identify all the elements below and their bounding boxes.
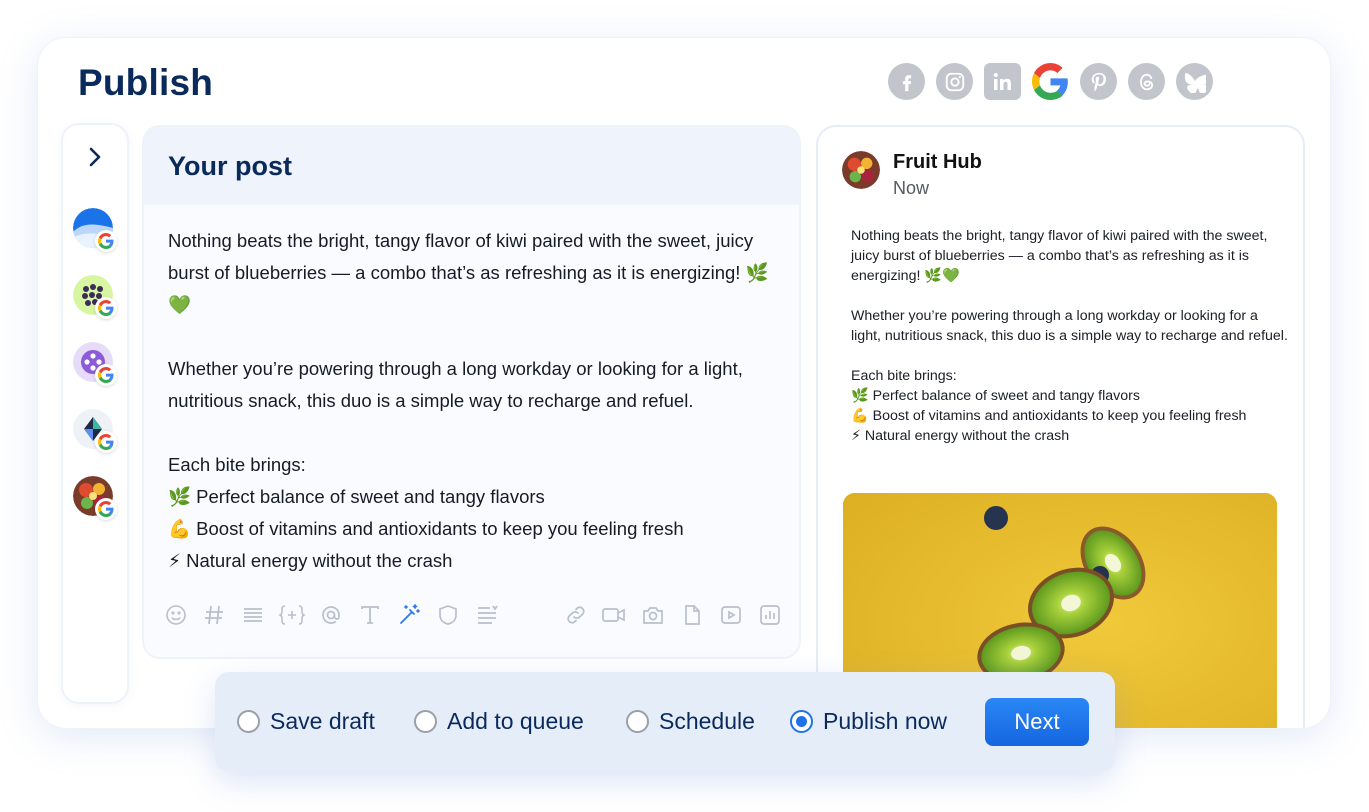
option-label: Add to queue xyxy=(447,708,584,734)
google-icon xyxy=(95,498,117,520)
text-format-icon[interactable] xyxy=(239,601,267,629)
account-item[interactable] xyxy=(73,208,117,252)
publish-card: Publish Your post Nothing beats the brig… xyxy=(38,38,1330,728)
editor-header: Your post xyxy=(144,127,799,205)
post-editor: Your post Nothing beats the bright, tang… xyxy=(144,127,799,657)
network-selector xyxy=(888,63,1213,100)
linkedin-icon[interactable] xyxy=(984,63,1021,100)
bluesky-icon[interactable] xyxy=(1176,63,1213,100)
editor-title: Your post xyxy=(168,151,292,181)
editor-toolbar xyxy=(162,601,782,631)
publish-action-bar: Save draft Add to queue Schedule Publish… xyxy=(215,672,1115,772)
text-align-icon[interactable] xyxy=(473,601,501,629)
shield-icon[interactable] xyxy=(434,601,462,629)
facebook-icon[interactable] xyxy=(888,63,925,100)
google-icon xyxy=(95,297,117,319)
camera-icon[interactable] xyxy=(639,601,667,629)
variables-icon[interactable] xyxy=(278,601,306,629)
emoji-icon[interactable] xyxy=(162,601,190,629)
mention-icon[interactable] xyxy=(317,601,345,629)
page-title: Publish xyxy=(78,62,214,103)
option-label: Schedule xyxy=(659,708,755,734)
radio-button-selected[interactable] xyxy=(790,710,813,733)
video-icon[interactable] xyxy=(600,601,628,629)
link-icon[interactable] xyxy=(562,601,590,629)
account-item[interactable] xyxy=(73,476,117,520)
google-icon[interactable] xyxy=(1032,63,1069,100)
fruit-avatar-icon xyxy=(842,151,880,189)
radio-button[interactable] xyxy=(626,710,649,733)
radio-button[interactable] xyxy=(237,710,260,733)
publish-now-option[interactable]: Publish now xyxy=(790,708,947,735)
google-icon xyxy=(95,431,117,453)
post-text-area[interactable]: Nothing beats the bright, tangy flavor o… xyxy=(144,205,799,585)
chevron-right-icon xyxy=(89,147,101,167)
font-icon[interactable] xyxy=(356,601,384,629)
ai-magic-wand-icon[interactable] xyxy=(395,601,423,629)
pinterest-icon[interactable] xyxy=(1080,63,1117,100)
option-label: Publish now xyxy=(823,708,948,734)
hashtag-icon[interactable] xyxy=(200,601,228,629)
preview-text: Nothing beats the bright, tangy flavor o… xyxy=(851,228,1288,444)
account-item[interactable] xyxy=(73,409,117,453)
schedule-option[interactable]: Schedule xyxy=(626,708,755,735)
video-play-icon[interactable] xyxy=(717,601,745,629)
option-label: Save draft xyxy=(270,708,375,734)
account-item[interactable] xyxy=(73,275,117,319)
radio-button[interactable] xyxy=(414,710,437,733)
account-item[interactable] xyxy=(73,342,117,386)
preview-account-name: Fruit Hub xyxy=(893,151,982,173)
google-icon xyxy=(95,230,117,252)
expand-rail-button[interactable] xyxy=(81,143,109,171)
add-to-queue-option[interactable]: Add to queue xyxy=(414,708,584,735)
post-preview: Fruit Hub Now Nothing beats the bright, … xyxy=(818,127,1303,728)
next-button[interactable]: Next xyxy=(985,698,1089,746)
document-icon[interactable] xyxy=(678,601,706,629)
chart-icon[interactable] xyxy=(756,601,784,629)
account-rail xyxy=(63,125,127,702)
threads-icon[interactable] xyxy=(1128,63,1165,100)
instagram-icon[interactable] xyxy=(936,63,973,100)
save-draft-option[interactable]: Save draft xyxy=(237,708,375,735)
preview-timestamp: Now xyxy=(893,178,930,198)
google-icon xyxy=(95,364,117,386)
